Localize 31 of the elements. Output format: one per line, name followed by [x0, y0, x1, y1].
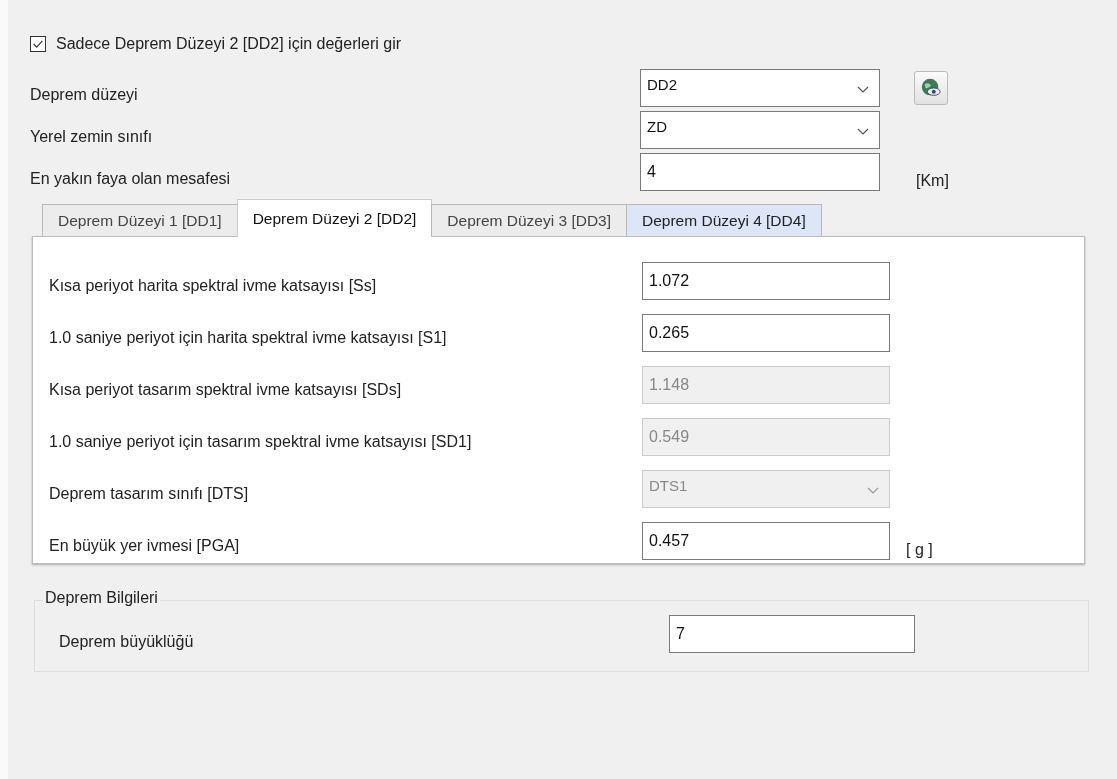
dropdown[interactable]: ZD: [640, 111, 880, 149]
field-label: 1.0 saniye periyot için tasarım spektral ivme katsayısı [SD1]: [49, 432, 473, 451]
checkbox[interactable]: [30, 36, 46, 52]
group-title: Deprem Bilgileri: [43, 589, 160, 607]
tab[interactable]: Deprem Düzeyi 4 [DD4]: [626, 204, 822, 236]
field-label: Deprem büyüklüğü: [59, 632, 195, 651]
unit-label: [Km]: [916, 171, 949, 190]
input-field[interactable]: 0.457: [642, 522, 890, 560]
field-label: Kısa periyot tasarım spektral ivme katsayısı [SDs]: [49, 380, 403, 399]
tab[interactable]: Deprem Düzeyi 3 [DD3]: [431, 204, 627, 236]
caret-icon: [857, 128, 869, 136]
globe-eye-icon: [920, 77, 942, 99]
input-field[interactable]: 7: [669, 615, 915, 653]
field-label: En büyük yer ivmesi [PGA]: [49, 536, 241, 555]
field-label: 1.0 saniye periyot için harita spektral ivme katsayısı [S1]: [49, 328, 448, 347]
caret-icon: [857, 86, 869, 94]
tab[interactable]: Deprem Düzeyi 2 [DD2]: [236, 199, 433, 237]
field-label: Deprem tasarım sınıfı [DTS]: [49, 484, 250, 503]
input-field[interactable]: 4: [640, 153, 880, 191]
field-label: En yakın faya olan mesafesi: [30, 169, 232, 188]
dropdown[interactable]: DD2: [640, 69, 880, 107]
view-button[interactable]: [914, 71, 948, 105]
caret-icon: [867, 487, 879, 495]
checkbox-label: Sadece Deprem Düzeyi 2 [DD2] için değerleri gir: [56, 35, 402, 53]
field-label: Yerel zemin sınıfı: [30, 127, 154, 146]
field-label: Kısa periyot harita spektral ivme katsayısı [Ss]: [49, 276, 378, 295]
tab[interactable]: Deprem Düzeyi 1 [DD1]: [42, 204, 238, 236]
input-field[interactable]: 1.072: [642, 262, 890, 300]
field-label: Deprem düzeyi: [30, 85, 139, 104]
input-field[interactable]: 0.265: [642, 314, 890, 352]
unit-label: [ g ]: [906, 540, 933, 559]
